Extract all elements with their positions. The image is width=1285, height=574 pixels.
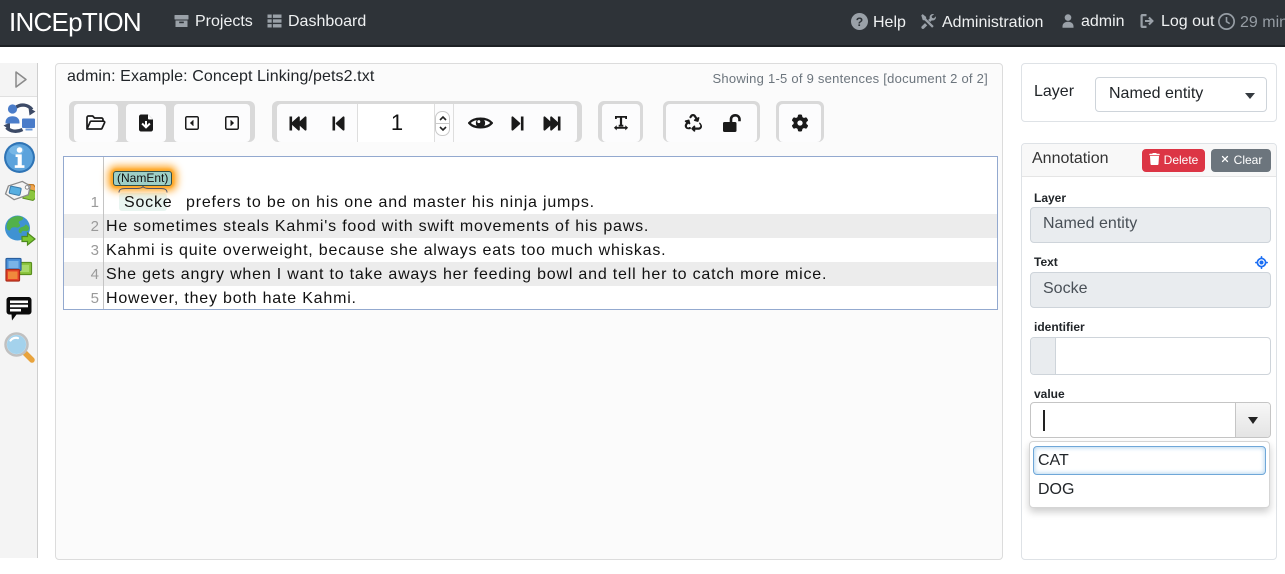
svg-text:?: ? — [856, 15, 863, 29]
